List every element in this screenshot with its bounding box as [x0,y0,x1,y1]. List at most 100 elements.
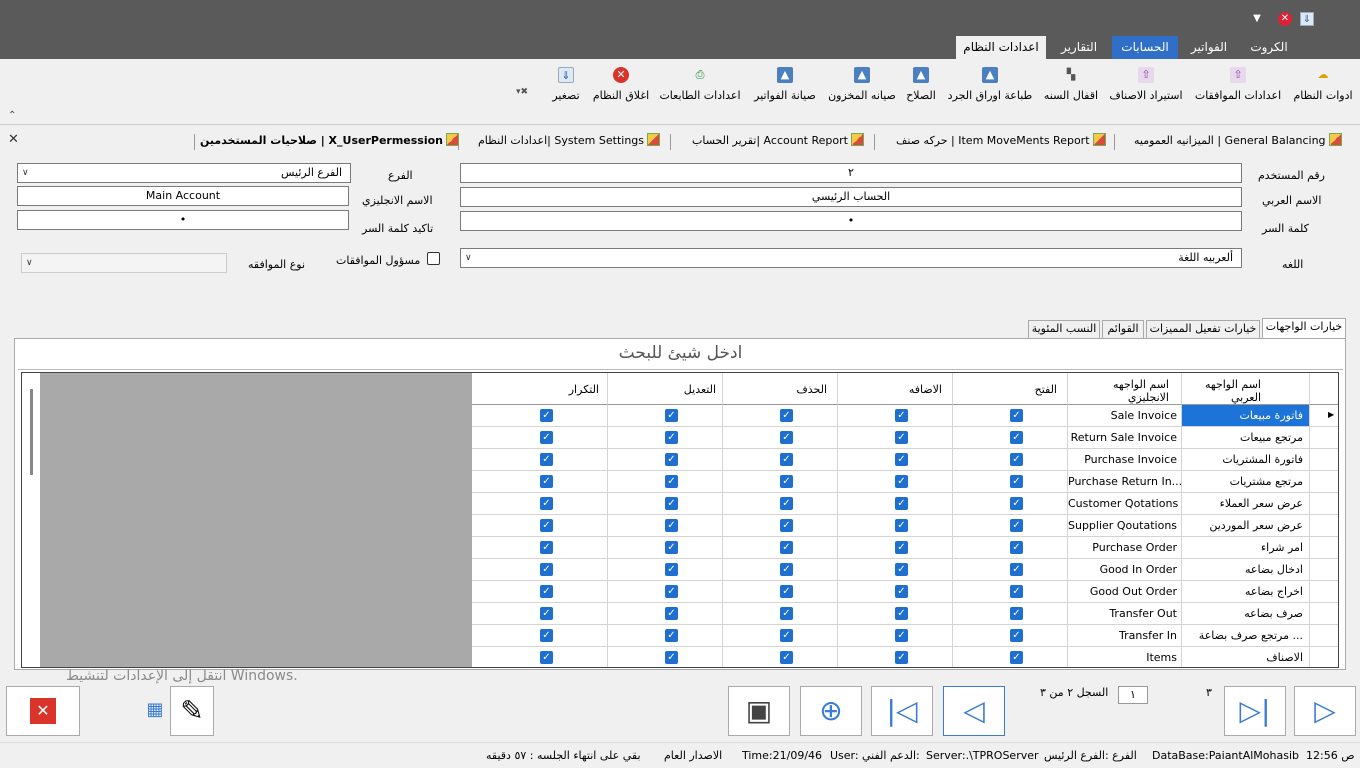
permission-checkbox[interactable]: ✓ [665,453,678,466]
permission-checkbox[interactable]: ✓ [540,607,553,620]
tab-features-options[interactable]: خيارات تفعيل المميزات [1146,320,1260,338]
cell-arabic-name[interactable]: اخراج بضاعه [1182,581,1310,603]
header-delete[interactable]: الحذف [723,373,838,405]
tab-interfaces-options[interactable]: خيارات الواجهات [1262,318,1346,338]
next-button[interactable]: ▷ [1294,686,1356,736]
import-items-button[interactable]: ⇧ استيراد الاصناف [1106,67,1186,107]
permission-checkbox[interactable]: ✓ [540,519,553,532]
tab-lists[interactable]: القوائم [1102,320,1144,338]
permission-checkbox[interactable]: ✓ [665,541,678,554]
header-arabic-name[interactable]: اسم الواجهه العربي [1182,373,1310,405]
permission-checkbox[interactable]: ✓ [895,651,908,664]
search-bar[interactable]: ادخل شيئ للبحث [18,340,1343,370]
cell-english-name[interactable]: Supplier Qoutations [1068,515,1182,537]
doctab-user-permissions[interactable]: صلاحيات المستخدمين | X_UserPermession [200,133,460,151]
row-indicator[interactable] [1310,537,1338,559]
permission-checkbox[interactable]: ✓ [540,497,553,510]
permission-checkbox[interactable]: ✓ [665,409,678,422]
table-row[interactable]: عرض سعر الموردين Supplier Qoutations ✓ ✓ ✓ ✓ ✓ [22,515,1338,537]
row-indicator[interactable] [1310,405,1338,427]
table-row[interactable]: امر شراء Purchase Order ✓ ✓ ✓ ✓ ✓ [22,537,1338,559]
permission-checkbox[interactable]: ✓ [665,475,678,488]
branch-select[interactable]: الفرع الرئيس ∨ [17,163,351,183]
table-row[interactable]: ادخال بضاعه Good In Order ✓ ✓ ✓ ✓ ✓ [22,559,1338,581]
first-button[interactable]: |◁ [871,686,933,736]
cell-arabic-name[interactable]: عرض سعر الموردين [1182,515,1310,537]
approval-type-select[interactable]: ∨ [21,253,227,273]
tab-system-settings[interactable]: اعدادات النظام [956,36,1046,59]
permission-checkbox[interactable]: ✓ [665,629,678,642]
permission-checkbox[interactable]: ✓ [1010,541,1023,554]
tab-percentages[interactable]: النسب المئوية [1028,320,1100,338]
cell-english-name[interactable]: Transfer Out [1068,603,1182,625]
permission-checkbox[interactable]: ✓ [665,651,678,664]
invoice-maintenance-button[interactable]: ▲ صيانة الفواتير [748,67,822,107]
permission-checkbox[interactable]: ✓ [540,629,553,642]
cell-arabic-name[interactable]: ادخال بضاعه [1182,559,1310,581]
permission-checkbox[interactable]: ✓ [780,563,793,576]
permission-checkbox[interactable]: ✓ [780,585,793,598]
cell-english-name[interactable]: Sale Invoice [1068,405,1182,427]
tools-button[interactable]: ☁ ادوات النظام [1290,67,1356,107]
row-indicator[interactable] [1310,515,1338,537]
arabic-name-field[interactable]: الحساب الرئيسي [460,187,1242,207]
header-open[interactable]: الفتح [953,373,1068,405]
permission-checkbox[interactable]: ✓ [895,453,908,466]
tab-invoices[interactable]: الفواتير [1180,36,1238,59]
permission-checkbox[interactable]: ✓ [1010,563,1023,576]
permission-checkbox[interactable]: ✓ [895,563,908,576]
table-row[interactable]: فاتورة مبيعات Sale Invoice ✓ ✓ ✓ ✓ ✓ ▶ [22,405,1338,427]
dropdown-arrow-icon[interactable]: ▼ [1250,12,1264,26]
table-row[interactable]: فاتورة المشتريات Purchase Invoice ✓ ✓ ✓ ✓ ✓ [22,449,1338,471]
permission-checkbox[interactable]: ✓ [540,431,553,444]
permission-checkbox[interactable]: ✓ [1010,519,1023,532]
english-name-field[interactable]: Main Account [17,186,349,206]
header-add[interactable]: الاضافه [838,373,953,405]
doctab-item-movements[interactable]: حركه صنف | Item MoveMents Report [896,133,1106,151]
cell-english-name[interactable]: Good In Order [1068,559,1182,581]
close-tab-icon[interactable]: ✕ [8,132,19,147]
cell-arabic-name[interactable]: الاصناف [1182,647,1310,667]
table-row[interactable]: مرتجع مشتريات Purchase Return In... ✓ ✓ ✓ ✓ ✓ [22,471,1338,493]
cell-arabic-name[interactable]: مرتجع مبيعات [1182,427,1310,449]
tab-cards[interactable]: الكروت [1240,36,1298,59]
row-indicator[interactable] [1310,427,1338,449]
edit-button[interactable]: ✎ [170,686,214,736]
row-indicator[interactable] [1310,559,1338,581]
permission-checkbox[interactable]: ✓ [540,453,553,466]
row-indicator[interactable] [1310,647,1338,667]
permission-checkbox[interactable]: ✓ [895,409,908,422]
permission-checkbox[interactable]: ✓ [540,651,553,664]
close-icon[interactable]: ✕ [1278,12,1292,26]
row-indicator[interactable] [1310,493,1338,515]
approvals-settings-button[interactable]: ⇧ اعدادات الموافقات [1192,67,1284,107]
permission-checkbox[interactable]: ✓ [895,585,908,598]
doctab-general-balancing[interactable]: الميزانيه العموميه | General Balancing [1134,133,1342,151]
previous-button[interactable]: ◁ [943,686,1005,736]
cell-english-name[interactable]: Transfer In [1068,625,1182,647]
permission-checkbox[interactable]: ✓ [1010,585,1023,598]
cell-english-name[interactable]: Items [1068,647,1182,667]
permission-checkbox[interactable]: ✓ [1010,497,1023,510]
printer-settings-button[interactable]: ⎙ اعدادات الطابعات [656,67,744,107]
year-close-button[interactable]: ▚ اقفال السنه [1040,67,1102,107]
permission-checkbox[interactable]: ✓ [540,409,553,422]
permission-checkbox[interactable]: ✓ [665,563,678,576]
permission-checkbox[interactable]: ✓ [1010,453,1023,466]
cell-arabic-name[interactable]: مرتجع صرف بضاعة ... [1182,625,1310,647]
cell-arabic-name[interactable]: فاتورة مبيعات [1182,405,1310,427]
permission-checkbox[interactable]: ✓ [665,607,678,620]
header-repeat[interactable]: التكرار [472,373,608,405]
permission-checkbox[interactable]: ✓ [780,475,793,488]
language-select[interactable]: ألعربيه اللغة ∨ [460,248,1242,268]
permission-checkbox[interactable]: ✓ [895,519,908,532]
permission-checkbox[interactable]: ✓ [780,651,793,664]
permission-checkbox[interactable]: ✓ [780,629,793,642]
last-button[interactable]: ▷| [1224,686,1286,736]
permission-checkbox[interactable]: ✓ [780,497,793,510]
permission-checkbox[interactable]: ✓ [1010,629,1023,642]
cell-english-name[interactable]: Good Out Order [1068,581,1182,603]
permission-checkbox[interactable]: ✓ [895,497,908,510]
ribbon-collapse-icon[interactable]: ⌃ [8,110,16,121]
permission-checkbox[interactable]: ✓ [780,453,793,466]
